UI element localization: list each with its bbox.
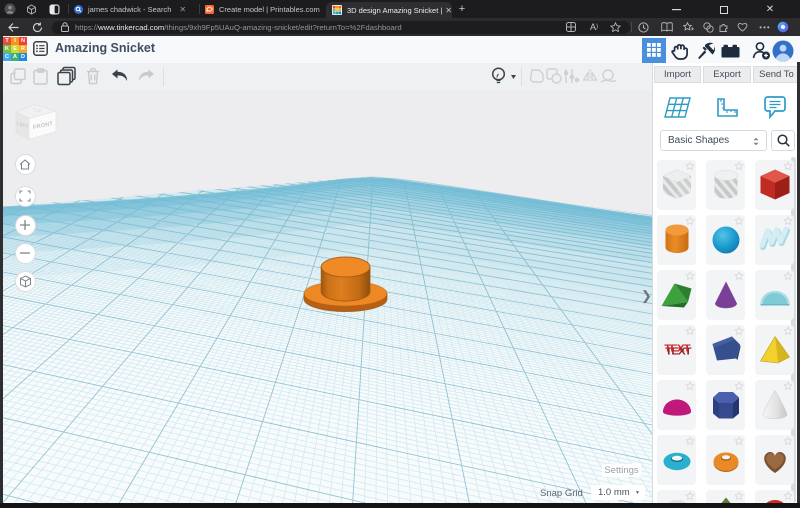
svg-text:TEXT: TEXT: [664, 343, 691, 354]
